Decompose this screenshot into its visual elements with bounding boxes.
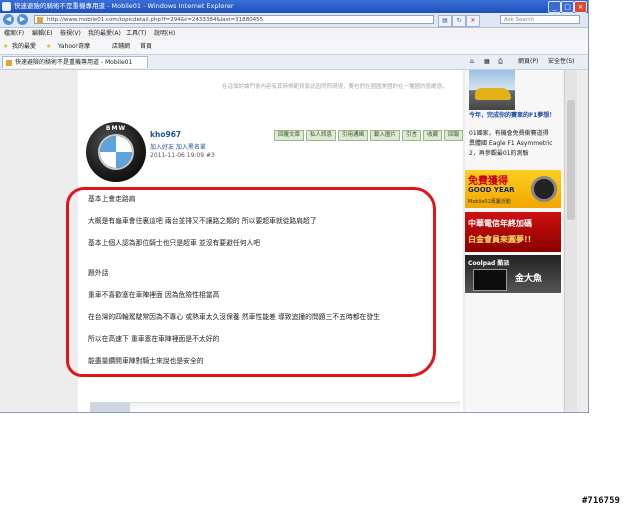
menu-edit[interactable]: 編輯(E) <box>32 28 52 40</box>
tab-label: 快速避險的騎術不是重機專用道 - Mobile01 <box>15 59 133 66</box>
user-links[interactable]: 加入好友 加入黑名單 <box>150 142 206 151</box>
favorites-button[interactable]: 我的最愛 <box>12 40 36 54</box>
menu-tools[interactable]: 工具(T) <box>126 28 146 40</box>
ad-cht[interactable]: 中華電信年終加碼 白金會員來圓夢!! <box>465 212 561 252</box>
search-input[interactable]: Ask Search <box>500 15 580 24</box>
scrollbar[interactable] <box>564 70 577 412</box>
ad-coolpad[interactable]: Coolpad 酷派 金大魚 <box>465 255 561 293</box>
avatar[interactable]: BMW <box>86 122 146 182</box>
stop-icon[interactable]: ✕ <box>466 15 480 27</box>
ad-goodyear-note: Mobile01專屬活動 <box>468 199 511 205</box>
ad-cht-title: 中華電信年終加碼 <box>468 219 532 228</box>
ad-coolpad-subtitle: 金大魚 <box>515 274 543 284</box>
ad-goodyear-title: 免費獲得 <box>468 176 508 187</box>
favorite-shop[interactable]: 店鋪網 <box>112 40 130 54</box>
print-icon[interactable]: ⎙ <box>498 55 503 69</box>
tab-favicon-icon <box>6 60 12 66</box>
load-images-button[interactable]: 載入圖片 <box>370 130 401 141</box>
bookmark-button[interactable]: 收藏 <box>423 130 443 141</box>
browser-window: 快速避險的騎術不是重機專用道 - Mobile01 - Windows Inte… <box>0 0 589 413</box>
home-icon[interactable]: ⌂ <box>470 55 474 69</box>
ad-goodyear-brand: GOOD YEAR <box>468 186 515 194</box>
scrollbar-thumb[interactable] <box>567 100 575 220</box>
sidebar-blurb-1: 01國家，有機會免費衝賽道得 <box>469 130 549 137</box>
cite-button[interactable]: 引言 <box>402 130 422 141</box>
feed-icon[interactable]: ▦ <box>484 55 490 69</box>
back-icon[interactable]: ◀ <box>3 14 14 25</box>
title-bar[interactable]: 快速避險的騎術不是重機專用道 - Mobile01 - Windows Inte… <box>0 0 588 13</box>
ad-goodyear[interactable]: 免費獲得 GOOD YEAR Mobile01專屬活動 <box>465 170 561 208</box>
post-timestamp: 2011-11-06 19:09 #3 <box>150 152 215 159</box>
menu-favorites[interactable]: 我的最愛(A) <box>88 28 121 40</box>
close-button[interactable]: × <box>574 1 587 13</box>
red-annotation-outline <box>66 187 436 377</box>
page-menu[interactable]: 網頁(P) <box>518 55 538 69</box>
bmw-logo-text: BMW <box>105 125 127 132</box>
post-username[interactable]: kho967 <box>150 130 181 139</box>
window-title: 快速避險的騎術不是重機專用道 - Mobile01 - Windows Inte… <box>14 2 234 10</box>
url-field[interactable]: http://www.mobile01.com/topicdetail.php?… <box>34 15 434 24</box>
add-favorite-icon[interactable]: ★ <box>46 40 51 54</box>
menu-bar: 檔案(F) 編輯(E) 檢視(V) 我的最愛(A) 工具(T) 說明(H) <box>0 28 588 40</box>
phone-icon <box>473 269 507 291</box>
ad-cht-subtitle: 白金會員來圓夢!! <box>468 235 532 244</box>
forum-notice: 在這個討論門會內容有其時規範資家此因閃閃現現，要也們在國國美國的在一種國的感謝感… <box>222 84 448 90</box>
menu-view[interactable]: 檢視(V) <box>60 28 81 40</box>
sidebar-headline[interactable]: 今年，完成你的賽車的F1夢想！ <box>469 110 555 119</box>
tab-current[interactable]: 快速避險的騎術不是重機專用道 - Mobile01 <box>2 56 148 68</box>
maximize-button[interactable]: □ <box>561 1 574 13</box>
sidebar-blurb-2: 異體國 Eagle F1 Asymmetric <box>469 140 553 147</box>
report-button[interactable]: 回報 <box>444 130 464 141</box>
next-post-avatar[interactable] <box>90 403 130 412</box>
compat-icon[interactable]: ▤ <box>438 15 452 27</box>
favorite-home[interactable]: 首頁 <box>140 40 152 54</box>
post-actions: 回覆文章 私人訊息 引用通緝 載入圖片 引言 收藏 回報 <box>274 130 465 141</box>
site-favicon-icon <box>37 17 43 23</box>
bmw-roundel-icon <box>98 134 134 170</box>
private-message-button[interactable]: 私人訊息 <box>306 130 337 141</box>
sidebar: 今年，完成你的賽車的F1夢想！ 01國家，有機會免費衝賽道得 異體國 Eagle… <box>465 70 563 412</box>
race-car-image[interactable] <box>469 70 515 110</box>
favorite-yahoo[interactable]: Yahoo!奇摩 <box>58 40 90 54</box>
menu-help[interactable]: 說明(H) <box>154 28 175 40</box>
minimize-button[interactable]: _ <box>548 1 561 13</box>
ad-coolpad-title: Coolpad 酷派 <box>468 260 510 267</box>
refresh-icon[interactable]: ↻ <box>452 15 466 27</box>
reply-button[interactable]: 回覆文章 <box>274 130 305 141</box>
ie-icon <box>2 2 11 11</box>
forward-icon[interactable]: ▶ <box>17 14 28 25</box>
safety-menu[interactable]: 安全性(S) <box>548 55 575 69</box>
address-bar: ◀ ▶ http://www.mobile01.com/topicdetail.… <box>0 13 588 28</box>
tab-bar: 快速避險的騎術不是重機專用道 - Mobile01 ⌂ ▦ ⎙ 網頁(P) 安全… <box>0 55 588 70</box>
next-post-preview <box>90 402 460 412</box>
quote-button[interactable]: 引用通緝 <box>338 130 369 141</box>
tire-icon <box>531 176 557 202</box>
favorites-star-icon: ★ <box>3 43 9 50</box>
favorites-bar: ★ 我的最愛 ★ Yahoo!奇摩 店鋪網 首頁 <box>0 40 588 55</box>
url-text: http://www.mobile01.com/topicdetail.php?… <box>47 17 264 23</box>
menu-file[interactable]: 檔案(F) <box>4 28 24 40</box>
sidebar-blurb-3: 2，再參觀最01的測驗 <box>469 150 529 157</box>
image-watermark: #716759 <box>582 496 620 506</box>
